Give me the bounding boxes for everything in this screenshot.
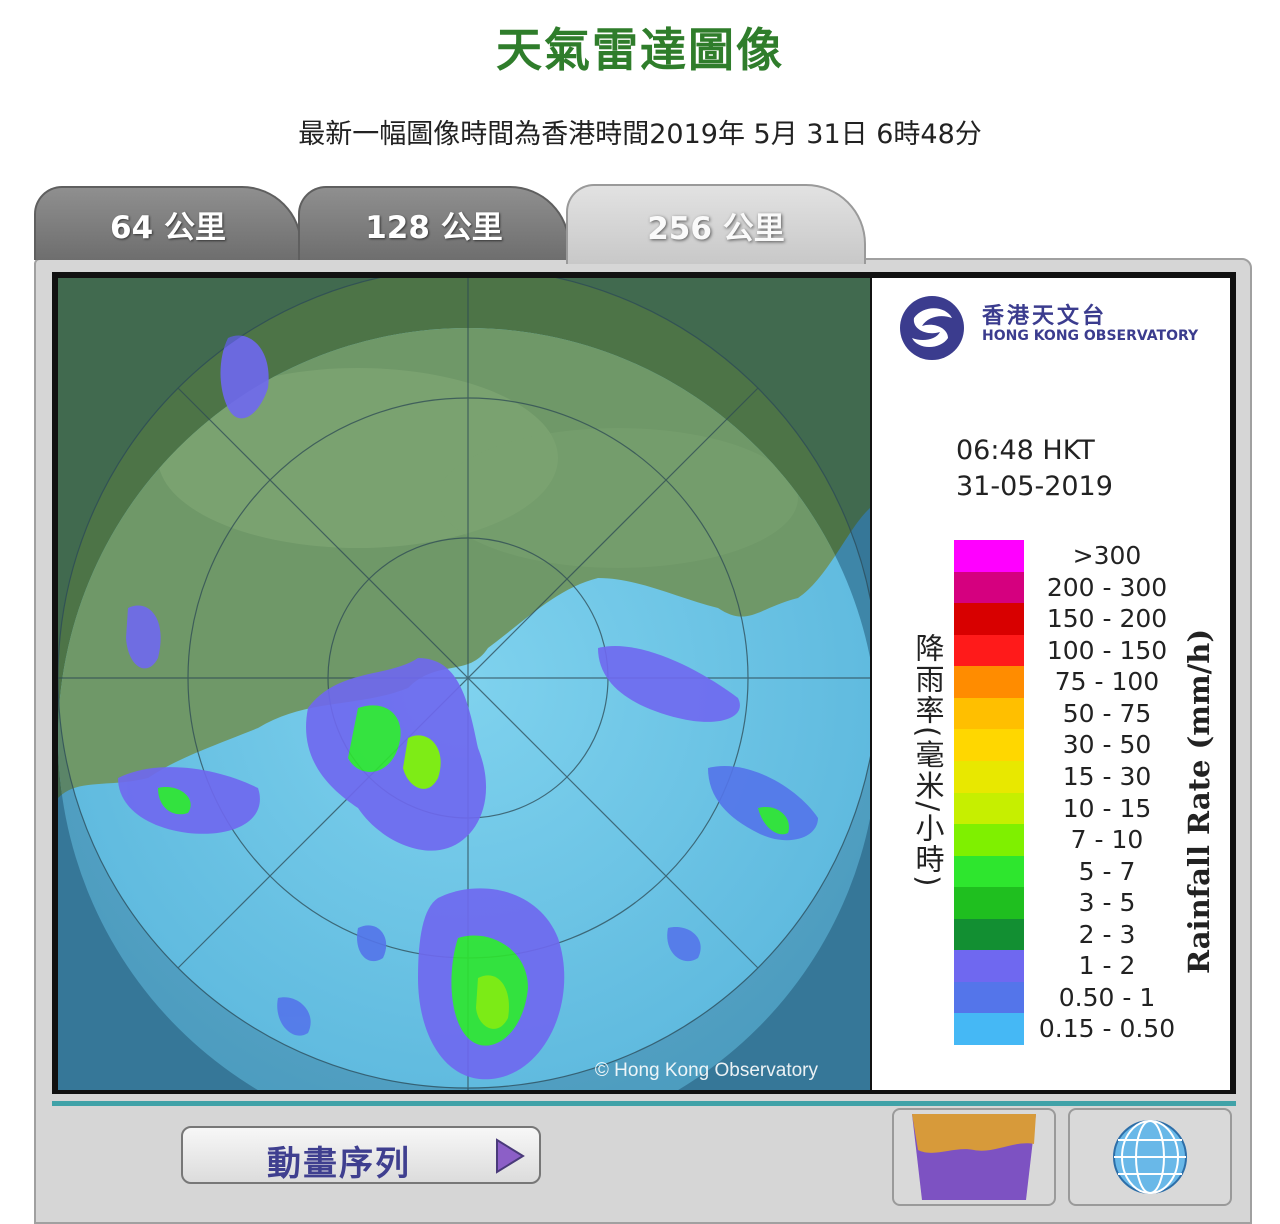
colorbar-label: 2 - 3 (1078, 919, 1136, 949)
play-icon (496, 1138, 525, 1174)
colorbar-label: 1 - 2 (1078, 951, 1136, 981)
colorbar-swatch (954, 603, 1024, 635)
colorbar-swatch (954, 697, 1024, 730)
image-time: 06:48 HKT (956, 435, 1095, 466)
colorbar-label: 5 - 7 (1078, 856, 1136, 886)
colorbar-label: 7 - 10 (1070, 825, 1144, 855)
colorbar-swatch (954, 571, 1024, 604)
tab-256km[interactable]: 256 公里 (566, 184, 866, 264)
map-thumbnail-button[interactable] (892, 1108, 1056, 1206)
hko-logo-icon (900, 296, 964, 360)
radar-image: © Hong Kong Observatory (58, 278, 870, 1090)
colorbar-label: 50 - 75 (1062, 698, 1152, 728)
colorbar-swatch (954, 1013, 1024, 1045)
animation-sequence-label: 動畫序列 (267, 1144, 411, 1184)
radar-map-svg: © Hong Kong Observatory (58, 278, 870, 1090)
rainfall-scale-labels: >300 200 - 300 150 - 200 100 - 150 75 - 100 5… (1032, 540, 1182, 1045)
colorbar-label: 30 - 50 (1062, 730, 1152, 760)
page-title: 天氣雷達圖像 (496, 23, 784, 77)
colorbar-label: 200 - 300 (1046, 572, 1168, 602)
colorbar-label: 150 - 200 (1046, 604, 1168, 634)
colorbar-label: 75 - 100 (1054, 667, 1160, 697)
colorbar-swatch (954, 666, 1024, 698)
colorbar-swatch (954, 981, 1024, 1014)
colorbar-swatch (954, 918, 1024, 951)
colorbar-swatch (954, 887, 1024, 919)
colorbar-swatch (954, 634, 1024, 667)
colorbar-label: 0.15 - 0.50 (1038, 1014, 1176, 1044)
colorbar-label: >300 (1072, 541, 1142, 570)
copyright-text: © Hong Kong Observatory (595, 1060, 819, 1081)
colorbar-swatch (954, 792, 1024, 825)
tab-64km[interactable]: 64 公里 (34, 186, 302, 260)
panel-divider (52, 1101, 1236, 1106)
rainfall-colorbar (954, 540, 1024, 1045)
org-name-en: HONG KONG OBSERVATORY (982, 328, 1199, 344)
colorbar-swatch (954, 824, 1024, 856)
tab-128km[interactable]: 128 公里 (298, 186, 570, 260)
legend-panel: 香港天文台 HONG KONG OBSERVATORY 06:48 HKT 31… (872, 278, 1230, 1090)
image-date: 31-05-2019 (956, 471, 1113, 502)
globe-thumbnail-button[interactable] (1068, 1108, 1232, 1206)
org-name-zh: 香港天文台 (982, 304, 1108, 329)
rainfall-rate-label-en: Rainfall Rate (mm/h) (1182, 628, 1216, 974)
colorbar-swatch (954, 540, 1024, 572)
map-thumbnail-icon (912, 1114, 1036, 1200)
colorbar-label: 15 - 30 (1062, 761, 1152, 791)
colorbar-swatch (954, 729, 1024, 761)
colorbar-swatch (954, 760, 1024, 793)
colorbar-label: 100 - 150 (1046, 635, 1168, 665)
animation-sequence-button[interactable]: 動畫序列 (181, 1126, 541, 1184)
latest-image-time: 最新一幅圖像時間為香港時間2019年 5月 31日 6時48分 (298, 119, 982, 150)
colorbar-label: 0.50 - 1 (1058, 982, 1156, 1012)
globe-icon (1113, 1120, 1187, 1194)
colorbar-swatch (954, 950, 1024, 982)
rainfall-rate-label-zh: 降雨率(毫米/小時) (911, 633, 945, 889)
colorbar-label: 3 - 5 (1078, 888, 1136, 918)
colorbar-swatch (954, 855, 1024, 888)
colorbar-label: 10 - 15 (1062, 793, 1152, 823)
